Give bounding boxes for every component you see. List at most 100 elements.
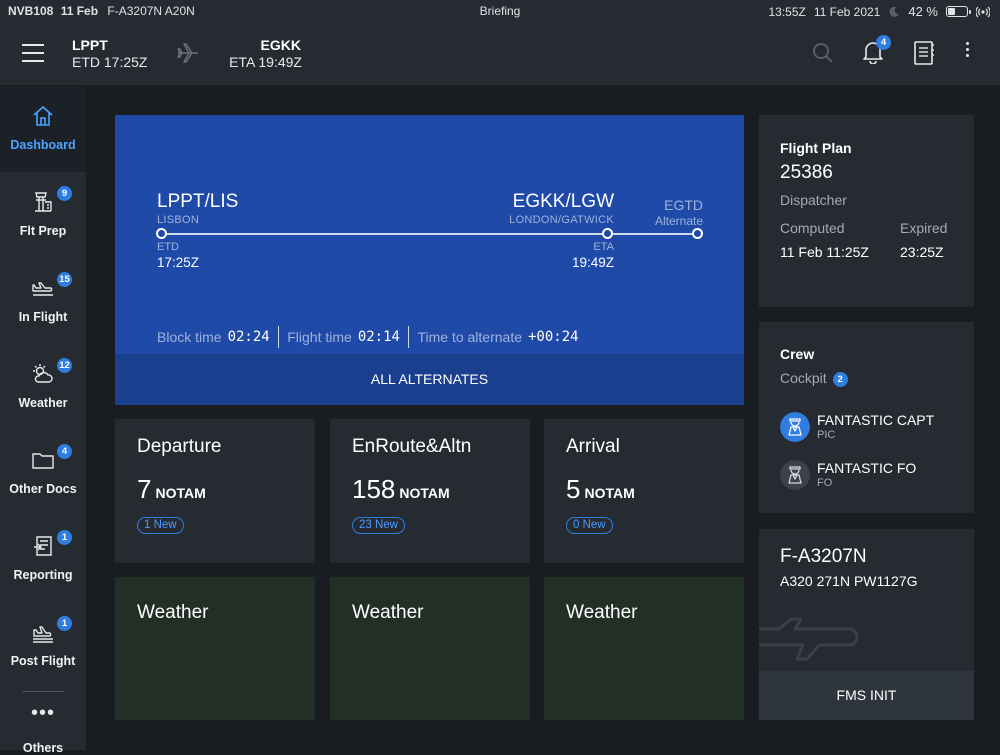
notam-title: Arrival (566, 436, 620, 457)
sidebar-label: Reporting (13, 568, 73, 582)
etd-time: 17:25Z (157, 255, 200, 270)
alt-time-label: Time to alternate (417, 329, 522, 345)
weather-card-departure[interactable]: Weather (115, 577, 315, 720)
expired-label: Expired (900, 220, 948, 236)
header-arr-code: EGKK (260, 37, 301, 53)
moon-icon (889, 6, 900, 17)
plane-icon (32, 282, 53, 296)
notam-count: 158 NOTAM (352, 474, 450, 505)
notam-unit: NOTAM (155, 485, 206, 501)
report-icon (34, 536, 52, 556)
route-dep-code: LPPT/LIS (157, 191, 239, 212)
weather-title: Weather (566, 602, 638, 623)
route-arr-code: EGKK/LGW (512, 191, 614, 212)
notam-new-pill: 0 New (566, 517, 613, 534)
cockpit-text: Cockpit (780, 370, 827, 386)
notam-new-pill: 1 New (137, 517, 184, 534)
notam-card-departure[interactable]: Departure 7 NOTAM 1 New (115, 419, 315, 563)
route-arr-name: LONDON/GATWICK (509, 214, 614, 226)
route-line (161, 233, 698, 235)
menu-icon[interactable] (22, 44, 44, 62)
home-icon (33, 106, 53, 126)
notam-unit: NOTAM (584, 485, 635, 501)
route-dep-name: LISBON (157, 214, 200, 226)
header-etd: ETD 17:25Z (72, 54, 148, 70)
status-right: 13:55Z 11 Feb 2021 42 % (768, 4, 990, 19)
notam-count: 5 NOTAM (566, 474, 635, 505)
aircraft-registration: F-A3207N (780, 546, 867, 567)
status-time: 13:55Z (768, 4, 806, 19)
alt-time-value: +00:24 (528, 329, 579, 345)
divider (407, 326, 410, 348)
folder-icon (32, 453, 54, 469)
document-icon[interactable] (912, 40, 936, 66)
flight-plan-card[interactable]: Flight Plan 25386 Dispatcher Computed Ex… (759, 115, 974, 307)
eta-label: ETA (593, 241, 614, 253)
route-alternate: EGTD Alternate (655, 197, 703, 228)
sidebar-item-in-flight[interactable]: 15 In Flight (0, 258, 86, 344)
all-alternates-button[interactable]: ALL ALTERNATES (115, 354, 744, 405)
route-arr-dot (602, 228, 613, 239)
sidebar-item-flt-prep[interactable]: 9 Flt Prep (0, 172, 86, 258)
fms-init-button[interactable]: FMS INIT (759, 671, 974, 720)
aircraft-card[interactable]: F-A3207N A320 271N PW1127G FMS INIT (759, 529, 974, 720)
top-header: LPPT ETD 17:25Z EGKK ETA 19:49Z 4 (0, 22, 1000, 86)
more-icon[interactable] (966, 42, 969, 60)
in-flight-badge: 15 (57, 272, 72, 287)
header-departure: LPPT ETD 17:25Z (72, 37, 147, 70)
more-dots-icon[interactable]: ••• (0, 703, 86, 723)
route-card[interactable]: LPPT/LIS LISBON EGKK/LGW LONDON/GATWICK … (115, 115, 744, 405)
cockpit-label: Cockpit 2 (780, 370, 848, 387)
eta-time: 19:49Z (571, 255, 614, 270)
header-eta: ETA 19:49Z (229, 54, 302, 70)
weather-card-arrival[interactable]: Weather (544, 577, 744, 720)
aircraft-silhouette-icon (759, 617, 859, 661)
divider (277, 326, 280, 348)
crew-name: FANTASTIC CAPT (817, 412, 935, 428)
computed-label: Computed (780, 220, 845, 236)
flight-time-value: 02:14 (357, 329, 400, 345)
block-time-label: Block time (157, 329, 222, 345)
notam-card-arrival[interactable]: Arrival 5 NOTAM 0 New (544, 419, 744, 563)
status-bar: NVB108 11 Feb F-A3207N A20N Briefing 13:… (0, 0, 1000, 22)
notam-number: 5 (566, 474, 581, 504)
sidebar-item-reporting[interactable]: 1 Reporting (0, 516, 86, 602)
sidebar-divider (22, 691, 64, 692)
sidebar-label: Flt Prep (19, 224, 67, 238)
route-alt-code: EGTD (664, 197, 703, 213)
notam-count: 7 NOTAM (137, 474, 206, 505)
sidebar-item-weather[interactable]: 12 Weather (0, 344, 86, 430)
block-time-value: 02:24 (227, 329, 270, 345)
notam-number: 158 (352, 474, 396, 504)
battery-percent: 42 % (908, 4, 938, 19)
post-flight-badge: 1 (57, 616, 72, 631)
flight-plan-number: 25386 (780, 162, 833, 183)
pilot-avatar-icon (780, 460, 810, 490)
computed-value: 11 Feb 11:25Z (780, 244, 869, 260)
crew-card[interactable]: Crew Cockpit 2 FANTASTIC CAPT PIC FANTAST… (759, 322, 974, 513)
flight-plan-role: Dispatcher (780, 192, 847, 208)
reporting-badge: 1 (57, 530, 72, 545)
crew-role: PIC (817, 429, 836, 441)
search-icon[interactable] (812, 42, 834, 64)
aircraft-type: A320 271N PW1127G (780, 573, 918, 589)
route-etd: ETD 17:25Z (157, 241, 199, 270)
sidebar-label: Dashboard (10, 138, 76, 152)
other-docs-badge: 4 (57, 444, 72, 459)
notam-new-pill: 23 New (352, 517, 405, 534)
cockpit-count-badge: 2 (832, 372, 848, 387)
sidebar-item-others[interactable]: Others (0, 741, 86, 755)
plane-icon (177, 43, 198, 63)
sidebar-label: Other Docs (9, 482, 77, 496)
landing-icon (33, 626, 53, 643)
sidebar-item-dashboard[interactable]: Dashboard (0, 86, 86, 172)
weather-card-enroute[interactable]: Weather (330, 577, 530, 720)
notifications-button[interactable]: 4 (862, 35, 891, 69)
sidebar-item-other-docs[interactable]: 4 Other Docs (0, 430, 86, 516)
sidebar-item-post-flight[interactable]: 1 Post Flight (0, 602, 86, 688)
sidebar-label: Post Flight (10, 654, 76, 668)
pilot-avatar-icon (780, 412, 810, 442)
notam-card-enroute[interactable]: EnRoute&Altn 158 NOTAM 23 New (330, 419, 530, 563)
notam-title: EnRoute&Altn (352, 436, 472, 457)
flt-prep-badge: 9 (57, 186, 72, 201)
